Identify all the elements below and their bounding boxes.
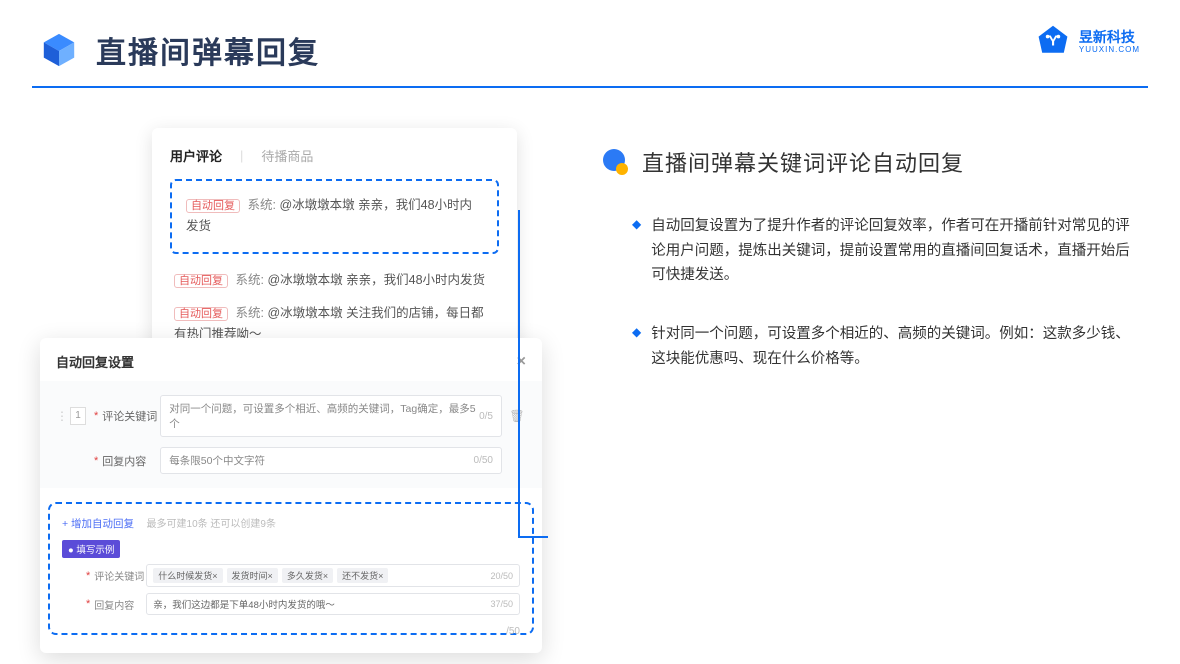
system-label: 系统: (235, 306, 263, 320)
page-header: 直播间弹幕回复 Y 昱新科技 YUUXIN.COM (0, 0, 1180, 72)
example-keyword-label: 评论关键词 (94, 568, 146, 583)
tab-pending-products[interactable]: 待播商品 (261, 146, 313, 165)
auto-reply-badge: 自动回复 (186, 199, 240, 213)
page-title: 直播间弹幕回复 (96, 28, 320, 72)
required-star: * (94, 455, 98, 467)
add-auto-reply-link[interactable]: + 增加自动回复 (62, 518, 134, 530)
connector-line (518, 536, 548, 538)
diamond-bullet-icon: ◆ (632, 217, 641, 288)
content-counter: 0/50 (474, 455, 493, 466)
footer-counter: /50 (506, 626, 520, 637)
tab-divider: | (240, 148, 243, 163)
highlighted-comment: 自动回复 系统: @冰墩墩本墩 亲亲，我们48小时内发货 (170, 179, 499, 254)
system-label: 系统: (247, 198, 275, 212)
auto-reply-settings-panel: 自动回复设置 × ⋮⋮ 1 * 评论关键词 对同一个问题，可设置多个相近、高频的… (40, 338, 542, 653)
bullet-2-text: 针对同一个问题，可设置多个相近的、高频的关键词。例如：这款多少钱、这块能优惠吗、… (651, 322, 1140, 371)
section-title-text: 直播间弹幕关键词评论自动回复 (642, 146, 964, 178)
system-label: 系统: (235, 273, 263, 287)
auto-reply-badge: 自动回复 (174, 274, 228, 288)
comment-row-2: 自动回复 系统: @冰墩墩本墩 亲亲，我们48小时内发货 (170, 264, 499, 297)
add-hint: 最多可建10条 还可以创建9条 (147, 519, 276, 530)
comments-panel: 用户评论 | 待播商品 自动回复 系统: @冰墩墩本墩 亲亲，我们48小时内发货… (152, 128, 517, 373)
bullet-1-text: 自动回复设置为了提升作者的评论回复效率，作者可在开播前针对常见的评论用户问题，提… (651, 214, 1140, 288)
comments-tabs: 用户评论 | 待播商品 (170, 146, 499, 165)
example-content-input[interactable]: 亲，我们这边都是下单48小时内发货的哦～ 37/50 (146, 593, 520, 615)
drag-handle-icon[interactable]: ⋮⋮ (56, 409, 70, 423)
auto-reply-badge: 自动回复 (174, 307, 228, 321)
connector-line (518, 210, 520, 536)
trash-icon[interactable]: 🗑 (508, 409, 526, 423)
comment-text-2: @冰墩墩本墩 亲亲，我们48小时内发货 (267, 273, 485, 287)
example-content-counter: 37/50 (490, 599, 513, 609)
settings-title: 自动回复设置 (56, 352, 134, 371)
header-cube-icon (40, 31, 78, 69)
example-content-value: 亲，我们这边都是下单48小时内发货的哦～ (153, 597, 335, 611)
screenshot-composite: 用户评论 | 待播商品 自动回复 系统: @冰墩墩本墩 亲亲，我们48小时内发货… (40, 128, 560, 638)
example-badge: ● 填写示例 (62, 540, 120, 558)
svg-text:Y: Y (1048, 34, 1058, 50)
required-star: * (94, 410, 98, 422)
keyword-chip[interactable]: 还不发货× (337, 568, 388, 583)
content-input[interactable]: 每条限50个中文字符 0/50 (160, 447, 502, 474)
keyword-placeholder: 对同一个问题，可设置多个相近、高频的关键词，Tag确定，最多5个 (169, 401, 479, 431)
diamond-bullet-icon: ◆ (632, 325, 641, 371)
section-heading: 直播间弹幕关键词评论自动回复 (600, 146, 1140, 178)
keyword-chip[interactable]: 多久发货× (282, 568, 333, 583)
keyword-chip[interactable]: 发货时间× (227, 568, 278, 583)
example-keyword-input[interactable]: 什么时候发货× 发货时间× 多久发货× 还不发货× 20/50 (146, 564, 520, 587)
bullet-1: ◆ 自动回复设置为了提升作者的评论回复效率，作者可在开播前针对常见的评论用户问题… (600, 214, 1140, 288)
brand-logo: Y 昱新科技 YUUXIN.COM (1035, 24, 1140, 60)
example-panel: + 增加自动回复 最多可建10条 还可以创建9条 ● 填写示例 * 评论关键词 … (48, 502, 534, 635)
brand-name-en: YUUXIN.COM (1079, 46, 1140, 54)
description-column: 直播间弹幕关键词评论自动回复 ◆ 自动回复设置为了提升作者的评论回复效率，作者可… (600, 128, 1140, 638)
brand-icon: Y (1035, 24, 1071, 60)
keyword-input[interactable]: 对同一个问题，可设置多个相近、高频的关键词，Tag确定，最多5个 0/5 (160, 395, 502, 437)
required-star: * (86, 570, 90, 582)
bullet-2: ◆ 针对同一个问题，可设置多个相近的、高频的关键词。例如：这款多少钱、这块能优惠… (600, 322, 1140, 371)
example-keyword-counter: 20/50 (490, 571, 513, 581)
content-label: 回复内容 (102, 453, 160, 469)
tab-user-comments[interactable]: 用户评论 (170, 146, 222, 165)
brand-name-cn: 昱新科技 (1079, 30, 1140, 44)
content-placeholder: 每条限50个中文字符 (169, 453, 265, 468)
keyword-label: 评论关键词 (102, 408, 160, 424)
row-number: 1 (70, 407, 86, 425)
keyword-chip[interactable]: 什么时候发货× (153, 568, 222, 583)
required-star: * (86, 598, 90, 610)
keyword-counter: 0/5 (479, 411, 493, 422)
example-content-label: 回复内容 (94, 597, 146, 612)
chat-bubble-icon (600, 147, 630, 177)
